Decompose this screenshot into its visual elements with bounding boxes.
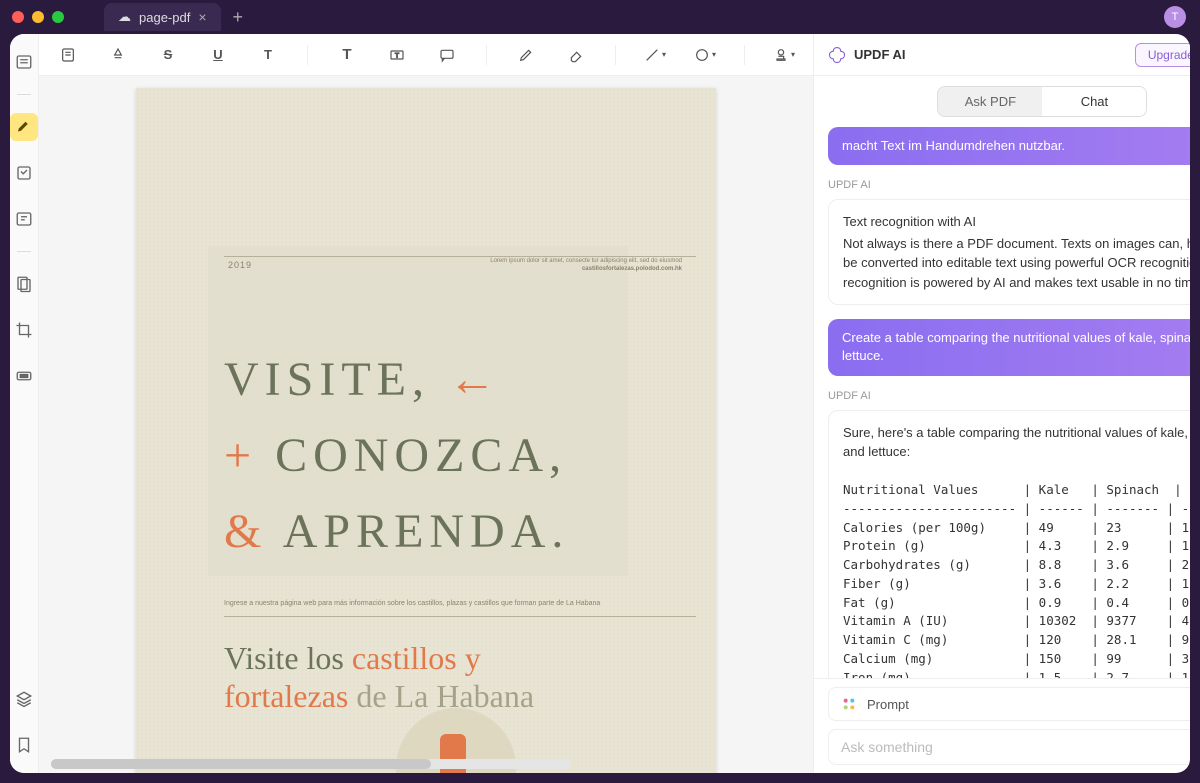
tab-title: page-pdf [139,10,190,25]
ai-sender-label: UPDF AI [828,179,871,191]
ai-message-label: UPDF AI [828,388,1190,404]
tab-ask-pdf[interactable]: Ask PDF [938,87,1042,116]
ai-message-label: UPDF AI [828,177,1190,193]
divider [17,251,31,252]
horizontal-scrollbar[interactable] [51,759,571,769]
center-area: S U T T T ▾ ▾ ▾ 2019 Lorem ipsum dolor s… [39,34,813,773]
format-toolbar: S U T T T ▾ ▾ ▾ [39,34,813,76]
ai-panel-title: UPDF AI [854,47,1127,62]
page-heading-3: & APRENDA. [224,504,569,559]
edit-text-tool-icon[interactable] [10,205,38,233]
left-sidebar [10,34,39,773]
minimize-window-icon[interactable] [32,11,44,23]
page-subheading-2: fortalezas de La Habana [224,678,534,715]
pencil-tool-icon[interactable] [515,44,537,66]
eraser-tool-icon[interactable] [565,44,587,66]
ai-panel-header: UPDF AI Upgrade [814,34,1190,76]
main-window: S U T T T ▾ ▾ ▾ 2019 Lorem ipsum dolor s… [10,34,1190,773]
divider [17,94,31,95]
cloud-icon: ☁ [118,9,131,25]
updf-logo-icon [828,46,846,64]
page-rule [224,256,696,257]
ai-response-body: Not always is there a PDF document. Text… [843,234,1190,293]
page-heading-2: + CONOZCA, [224,428,567,483]
divider [307,45,308,65]
titlebar: ☁ page-pdf × + T [0,0,1200,34]
layers-icon[interactable] [10,685,38,713]
textbox-tool-icon[interactable]: T [386,44,408,66]
prompt-preset-button[interactable]: Prompt ⌄ [828,687,1190,721]
page-year: 2019 [228,260,252,270]
pdf-page: 2019 Lorem ipsum dolor sit amet, consect… [136,88,716,773]
svg-text:T: T [395,52,399,59]
page-subheading-1: Visite los castillos y [224,640,481,677]
user-message: Create a table comparing the nutritional… [828,319,1190,375]
note-tool-icon[interactable] [57,44,79,66]
new-tab-button[interactable]: + [233,7,244,28]
arrow-left-icon: ← [448,353,502,406]
prompt-icon [841,696,857,712]
ai-response-intro: Sure, here's a table comparing the nutri… [843,423,1190,462]
chat-input-row [828,729,1190,765]
tab-strip: ☁ page-pdf × + [104,3,243,31]
close-window-icon[interactable] [12,11,24,23]
prompt-area: Prompt ⌄ [814,678,1190,773]
organize-pages-icon[interactable] [10,270,38,298]
chat-scroll-area[interactable]: macht Text im Handumdrehen nutzbar. UPDF… [814,127,1190,678]
text-tool-icon[interactable]: T [336,44,358,66]
prompt-label: Prompt [867,697,909,712]
tab-active[interactable]: ☁ page-pdf × [104,3,221,31]
redact-tool-icon[interactable] [10,362,38,390]
stamp-tool-icon[interactable]: ▾ [773,44,795,66]
ai-message: Text recognition with AI Not always is t… [828,199,1190,305]
callout-tool-icon[interactable] [436,44,458,66]
maximize-window-icon[interactable] [52,11,64,23]
upgrade-button[interactable]: Upgrade [1135,43,1190,67]
ai-message: Sure, here's a table comparing the nutri… [828,410,1190,678]
annotate-tool-icon[interactable] [10,159,38,187]
page-small-text: Lorem ipsum dolor sit amet, consecte tur… [482,258,682,274]
underline-icon[interactable]: U [207,44,229,66]
tab-chat[interactable]: Chat [1042,87,1146,116]
window-controls [12,11,64,23]
avatar[interactable]: T [1164,6,1186,28]
bookmark-icon[interactable] [10,731,38,759]
highlighter-icon[interactable] [107,44,129,66]
close-tab-icon[interactable]: × [198,9,206,25]
squiggly-icon[interactable]: T [257,44,279,66]
shape-tool-icon[interactable]: ▾ [694,44,716,66]
ai-sender-label: UPDF AI [828,390,871,402]
divider [615,45,616,65]
line-tool-icon[interactable]: ▾ [644,44,666,66]
page-rule [224,616,696,617]
page-heading-1: VISITE, ← [224,352,502,407]
highlight-tool-icon[interactable] [10,113,38,141]
user-message: macht Text im Handumdrehen nutzbar. [828,127,1190,165]
document-viewport[interactable]: 2019 Lorem ipsum dolor sit amet, consect… [39,76,813,773]
crop-tool-icon[interactable] [10,316,38,344]
ai-mode-tabs: Ask PDF Chat [937,86,1147,117]
divider [486,45,487,65]
page-caption: Ingrese a nuestra página web para más in… [224,600,600,607]
chat-input[interactable] [841,739,1190,755]
scrollbar-thumb[interactable] [51,759,431,769]
ai-response-table: Nutritional Values | Kale | Spinach | Le… [843,481,1190,678]
ai-panel: UPDF AI Upgrade Ask PDF Chat macht Text … [813,34,1190,773]
strikethrough-icon[interactable]: S [157,44,179,66]
ai-response-title: Text recognition with AI [843,212,1190,232]
divider [744,45,745,65]
reader-mode-icon[interactable] [10,48,38,76]
